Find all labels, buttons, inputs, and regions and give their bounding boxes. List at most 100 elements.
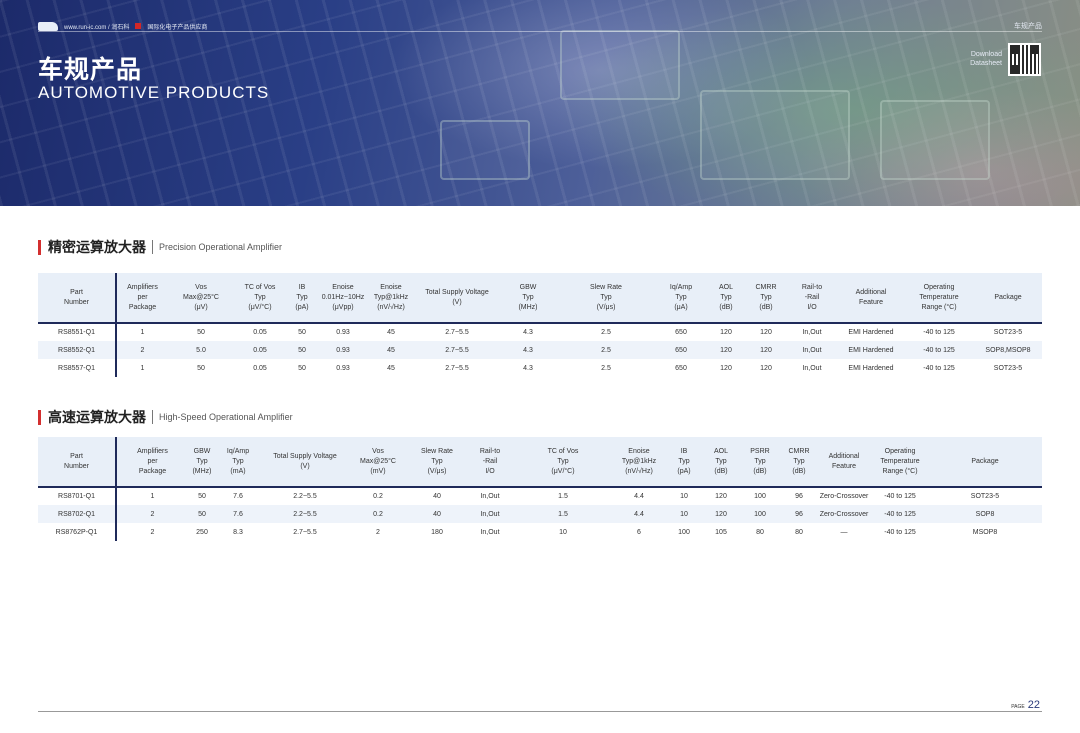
- precision-title-en: Precision Operational Amplifier: [159, 242, 283, 252]
- table-cell: In,Out: [480, 510, 500, 518]
- section-label: 车规产品: [1014, 23, 1042, 30]
- table-cell: 120: [715, 493, 727, 500]
- footer-divider: [38, 711, 1042, 712]
- table-cell: -40 to 125: [923, 364, 955, 372]
- part-number-cell: RS8551-Q1: [38, 323, 117, 341]
- heading-separator: [152, 240, 153, 254]
- column-header: Slew Rate Typ (V/μs): [590, 283, 622, 311]
- table-cell: 7.6: [233, 493, 243, 500]
- table-cell: -40 to 125: [923, 346, 955, 354]
- precision-section-heading: 精密运算放大器 Precision Operational Amplifier: [38, 239, 282, 255]
- table-cell: 2.2~5.5: [293, 510, 317, 518]
- column-header: Total Supply Voltage (V): [273, 452, 337, 470]
- table-cell: 2.7~5.5: [445, 329, 469, 336]
- column-header: Operating Temperature Range (°C): [880, 447, 920, 475]
- table-cell: 45: [387, 329, 395, 336]
- table-cell: 180: [431, 528, 443, 536]
- table-cell: 100: [754, 510, 766, 518]
- page-label: PAGE: [1011, 704, 1025, 710]
- chip-graphic: [880, 100, 990, 180]
- table-row: RS8551-Q1 1 50 0.05 50 0.93 45 2.7~5.5 4.3 2.5 650…: [38, 323, 1042, 341]
- table-cell: 2.7~5.5: [445, 346, 469, 354]
- download-datasheet-label: Download Datasheet: [956, 50, 1002, 68]
- table-cell: 96: [795, 510, 803, 518]
- table-cell: 0.2: [373, 493, 383, 500]
- table-cell: 7.6: [233, 510, 243, 518]
- column-header: IB Typ (pA): [295, 283, 309, 311]
- website-url[interactable]: www.run-ic.com / 润石科: [64, 22, 129, 31]
- column-header: Package: [994, 293, 1022, 301]
- table-cell: SOP8,MSOP8: [985, 346, 1031, 354]
- precision-amplifier-table: Part Number Amplifiers per Package Vos Max…: [38, 273, 1042, 377]
- table-cell: 4.4: [634, 493, 644, 500]
- column-header: TC of Vos Typ (μV/°C): [547, 447, 579, 475]
- table-cell: 0.05: [253, 346, 267, 354]
- table-cell: Zero-Crossover: [819, 510, 869, 518]
- table-cell: 50: [298, 364, 306, 372]
- column-header: Additional Feature: [855, 288, 887, 306]
- table-cell: 40: [433, 493, 441, 500]
- column-header: AOL Typ (dB): [718, 283, 733, 311]
- table-cell: 0.93: [336, 329, 350, 336]
- table-row: RS8701-Q1 1 50 7.6 2.2~5.5 0.2 40 In,Out 1.5 4.4 1…: [38, 487, 1042, 505]
- table-cell: 10: [680, 510, 688, 518]
- table-row: RS8557-Q1 1 50 0.05 50 0.93 45 2.7~5.5 4.3 2.5 650…: [38, 359, 1042, 377]
- table-cell: 0.05: [253, 329, 267, 336]
- table-cell: In,Out: [480, 493, 500, 500]
- table-cell: 0.93: [336, 346, 350, 354]
- column-header: IB Typ (pA): [677, 447, 691, 475]
- table-cell: 120: [715, 510, 727, 518]
- column-header: Package: [971, 457, 999, 465]
- table-cell: 100: [678, 528, 690, 536]
- chip-graphic: [560, 30, 680, 100]
- table-cell: 105: [715, 528, 727, 536]
- table-cell: 96: [795, 493, 803, 500]
- column-header: GBW Typ (MHz): [518, 283, 538, 311]
- table-cell: -40 to 125: [884, 493, 916, 500]
- column-header: Rail-to -Rail I/O: [801, 283, 823, 311]
- part-number-cell: RS8762P-Q1: [38, 523, 117, 541]
- heading-accent-bar: [38, 409, 41, 425]
- table-cell: EMI Hardened: [848, 364, 894, 372]
- table-cell: 4.4: [634, 510, 644, 518]
- precision-title-zh: 精密运算放大器: [48, 239, 146, 255]
- table-cell: 1: [140, 329, 145, 336]
- table-cell: EMI Hardened: [848, 346, 894, 354]
- heading-separator: [152, 410, 153, 424]
- table-cell: 120: [720, 346, 732, 354]
- table-cell: 4.3: [523, 346, 533, 354]
- table-cell: Zero-Crossover: [819, 493, 869, 500]
- header-banner: www.run-ic.com / 润石科 国际化电子产品供应商 车规产品 车规产…: [0, 0, 1080, 206]
- column-header: Operating Temperature Range (°C): [919, 283, 959, 311]
- table-cell: 120: [760, 364, 772, 372]
- column-header: Slew Rate Typ (V/μs): [421, 447, 453, 475]
- table-cell: -40 to 125: [923, 329, 955, 336]
- table-cell: 120: [720, 329, 732, 336]
- table-cell: 40: [433, 510, 441, 518]
- tagline: 国际化电子产品供应商: [147, 24, 208, 31]
- download-label-line1: Download: [970, 51, 1002, 58]
- table-row: RS8702-Q1 2 50 7.6 2.2~5.5 0.2 40 In,Out 1.5 4.4 1…: [38, 505, 1042, 523]
- table-cell: In,Out: [802, 364, 822, 372]
- table-cell: MSOP8: [972, 528, 998, 536]
- table-cell: 1.5: [558, 493, 568, 500]
- table-cell: 80: [756, 528, 764, 536]
- table-cell: 50: [298, 329, 306, 336]
- chip-graphic: [440, 120, 530, 180]
- column-header: Iq/Amp Typ (μA): [669, 283, 693, 311]
- highspeed-amplifier-table: Part Number Amplifiers per Package GBW Typ…: [38, 437, 1042, 541]
- page-number: PAGE 22: [1011, 699, 1040, 711]
- table-cell: 50: [198, 493, 206, 500]
- column-header: Part Number: [38, 273, 117, 323]
- heading-accent-bar: [38, 239, 41, 255]
- table-row: RS8552-Q1 2 5.0 0.05 50 0.93 45 2.7~5.5 4.3 2.5 65…: [38, 341, 1042, 359]
- part-number-cell: RS8557-Q1: [38, 359, 117, 377]
- red-mark-icon: [135, 23, 142, 29]
- column-header: Part Number: [38, 437, 117, 487]
- chip-graphic: [700, 90, 850, 180]
- table-cell: 10: [680, 493, 688, 500]
- page-title-en: AUTOMOTIVE PRODUCTS: [38, 83, 270, 102]
- qr-code-icon[interactable]: [1008, 43, 1041, 76]
- page-number-value: 22: [1027, 699, 1040, 711]
- part-number-cell: RS8552-Q1: [38, 341, 117, 359]
